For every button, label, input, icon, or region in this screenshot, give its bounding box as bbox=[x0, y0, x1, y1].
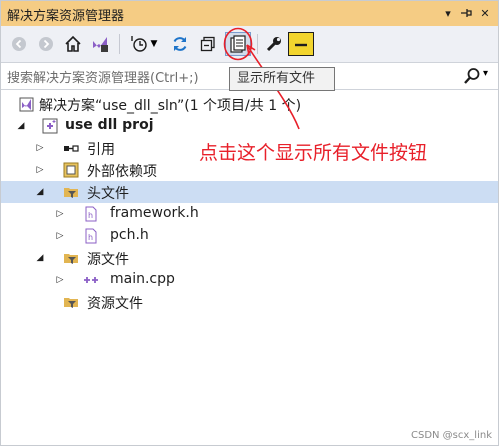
solution-explorer-window: 解决方案资源管理器 ▾ ✕ ▼ 搜索解决方案资源管理器(Ctrl+;) ▾ 显示… bbox=[0, 0, 499, 446]
show-all-files-tooltip: 显示所有文件 bbox=[229, 67, 335, 91]
watermark: CSDN @scx_link bbox=[410, 430, 492, 441]
annotation-text: 点击这个显示所有文件按钮 bbox=[199, 142, 428, 164]
